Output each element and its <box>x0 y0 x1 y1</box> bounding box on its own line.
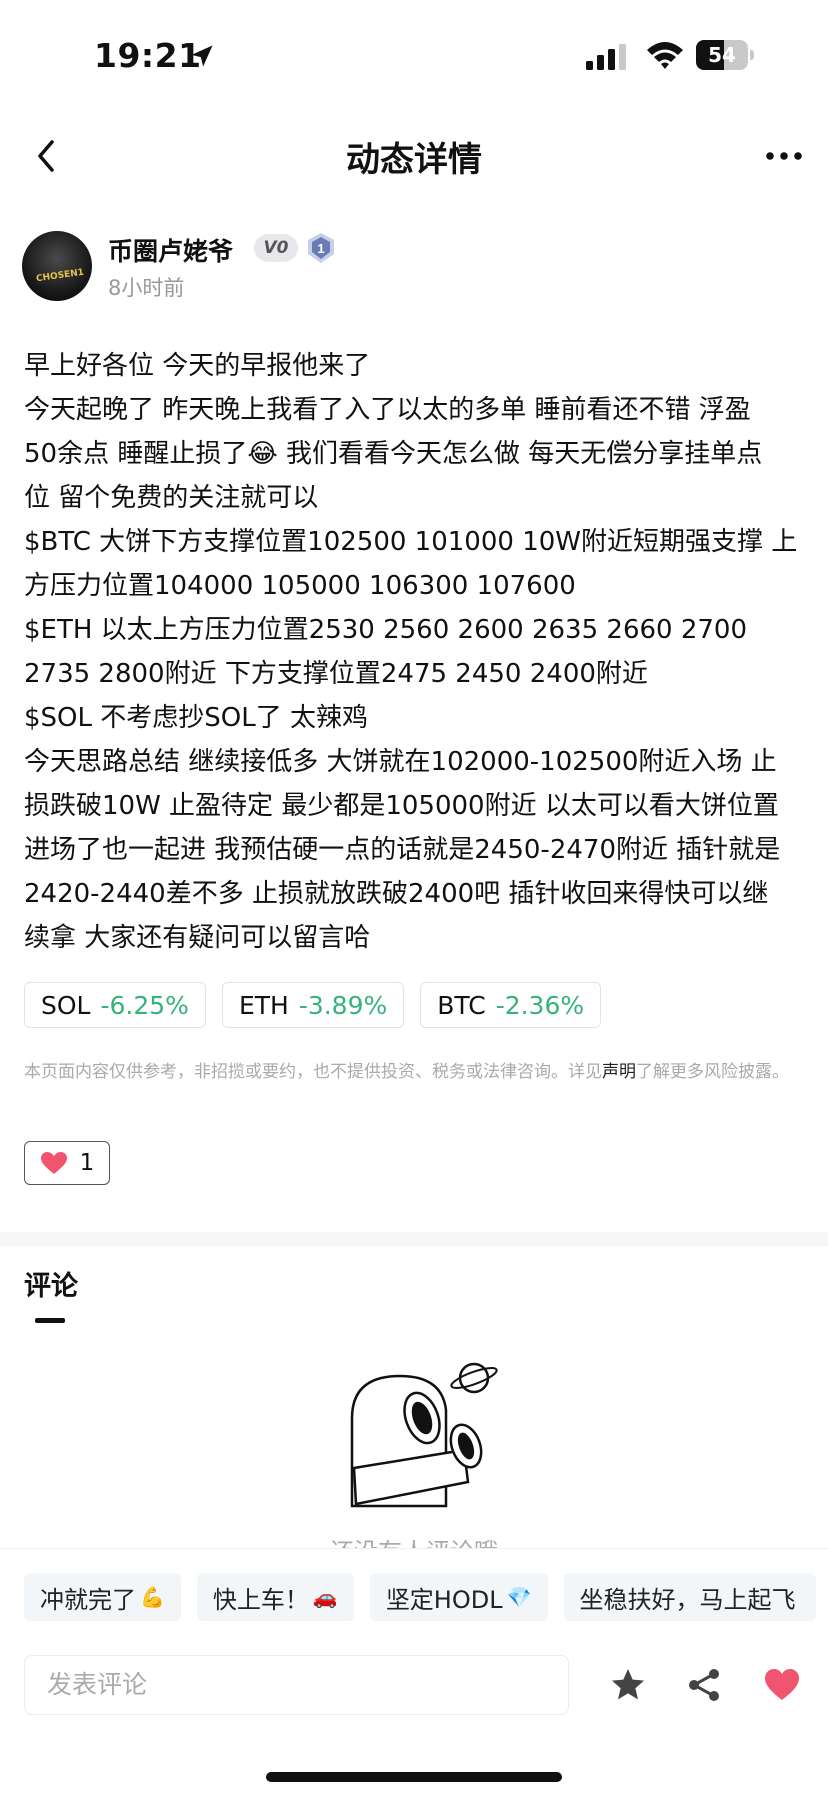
post-line: $ETH 以太上方压力位置2530 2560 2600 2635 2660 27… <box>24 615 747 645</box>
quick-reply-text: 快上车！ <box>212 1585 309 1614</box>
post-line: 早上好各位 今天的早报他来了 <box>24 351 371 381</box>
heart-icon[interactable] <box>762 1665 802 1705</box>
disclaimer-text: 本页面内容仅供参考，非招揽或要约，也不提供投资、税务或法律咨询。详见 <box>24 1062 602 1082</box>
post-time: 8小时前 <box>108 276 185 300</box>
coin-tag-btc[interactable]: BTC -2.36% <box>420 982 602 1028</box>
post-line: 今天思路总结 继续接低多 大饼就在102000-102500附近入场 止 <box>24 747 777 777</box>
post-content: 早上好各位 今天的早报他来了今天起晚了 昨天晚上我看了入了以太的多单 睡前看还不… <box>24 344 814 960</box>
status-bar: 19:21 54 <box>0 0 828 110</box>
vip-level-badge: V0 <box>254 234 298 262</box>
post-line: $BTC 大饼下方支撑位置102500 101000 10W附近短期强支撑 上 <box>24 527 798 557</box>
coin-change: -6.25% <box>100 990 189 1020</box>
comment-input[interactable]: 发表评论 <box>24 1655 569 1715</box>
post-line: 2420-2440差不多 止损就放跌破2400吧 插针收回来得快可以继 <box>24 879 769 909</box>
section-divider <box>0 1232 828 1246</box>
disclaimer-text-end: 了解更多风险披露。 <box>636 1062 789 1082</box>
status-time: 19:21 <box>94 36 202 75</box>
author-name[interactable]: 币圈卢姥爷 <box>108 232 233 268</box>
coin-tag-eth[interactable]: ETH -3.89% <box>221 982 405 1028</box>
tab-active-indicator <box>35 1318 65 1323</box>
quick-reply-text: 坐稳扶好，马上起飞 <box>579 1585 796 1614</box>
post-line: 今天起晚了 昨天晚上我看了入了以太的多单 睡前看还不错 浮盈 <box>24 395 751 425</box>
quick-reply-chip[interactable]: 快上车！ 🚗 <box>196 1573 354 1621</box>
disclaimer: 本页面内容仅供参考，非招揽或要约，也不提供投资、税务或法律咨询。详见声明了解更多… <box>24 1060 804 1085</box>
empty-telescope-illustration <box>350 1362 498 1508</box>
post-line: 损跌破10W 止盈待定 最少都是105000附近 以太可以看大饼位置 <box>24 791 779 821</box>
disclaimer-statement-link[interactable]: 声明 <box>602 1062 636 1082</box>
bottom-comment-panel: 冲就完了 💪 快上车！ 🚗 坚定HODL 💎 坐稳扶好，马上起飞 发表评论 <box>0 1548 828 1795</box>
share-icon[interactable] <box>684 1665 724 1705</box>
heart-icon <box>40 1152 67 1174</box>
home-indicator <box>266 1772 562 1782</box>
coin-tag-sol[interactable]: SOL -6.25% <box>24 982 206 1028</box>
quick-reply-chip[interactable]: 冲就完了 💪 <box>24 1573 181 1621</box>
more-options-icon[interactable] <box>764 140 804 172</box>
post-line: $SOL 不考虑抄SOL了 太辣鸡 <box>24 703 368 733</box>
level-shield-badge: 1 <box>308 233 334 263</box>
battery-icon: 54 <box>696 40 754 70</box>
post-line: 进场了也一起进 我预估硬一点的话就是2450-2470附近 插针就是 <box>24 835 781 865</box>
post-line: 50余点 睡醒止损了😂 我们看看今天怎么做 每天无偿分享挂单点 <box>24 439 763 469</box>
quick-reply-chip[interactable]: 坚定HODL 💎 <box>369 1573 548 1621</box>
like-button[interactable]: 1 <box>24 1141 110 1185</box>
post-line: 位 留个免费的关注就可以 <box>24 483 319 513</box>
quick-reply-row: 冲就完了 💪 快上车！ 🚗 坚定HODL 💎 坐稳扶好，马上起飞 <box>24 1573 816 1621</box>
post-line: 续拿 大家还有疑问可以留言哈 <box>24 923 371 953</box>
avatar-jersey-text: CHOSEN1 <box>35 267 85 285</box>
post-line: 方压力位置104000 105000 106300 107600 <box>24 571 576 601</box>
avatar[interactable]: CHOSEN1 <box>22 231 92 301</box>
post-line: 2735 2800附近 下方支撑位置2475 2450 2400附近 <box>24 659 648 689</box>
quick-reply-chip[interactable]: 坐稳扶好，马上起飞 <box>563 1573 816 1621</box>
quick-reply-text: 坚定HODL <box>385 1585 503 1614</box>
coin-change: -3.89% <box>298 990 388 1020</box>
coin-symbol: SOL <box>41 990 91 1020</box>
quick-reply-emoji: 🚗 <box>312 1585 338 1609</box>
page-title: 动态详情 <box>346 140 482 180</box>
location-arrow-icon <box>191 45 213 67</box>
coin-symbol: ETH <box>238 990 289 1020</box>
wifi-icon <box>647 42 683 69</box>
battery-percent: 54 <box>708 43 736 67</box>
like-count: 1 <box>79 1150 95 1176</box>
coin-tags: SOL -6.25% ETH -3.89% BTC -2.36% <box>24 982 602 1028</box>
quick-reply-emoji: 💪 <box>140 1585 165 1609</box>
star-icon[interactable] <box>608 1665 648 1705</box>
quick-reply-text: 冲就完了 <box>40 1585 136 1614</box>
cellular-signal-icon <box>586 44 626 70</box>
coin-symbol: BTC <box>437 990 486 1020</box>
quick-reply-emoji: 💎 <box>506 1585 532 1609</box>
level-number: 1 <box>317 241 324 256</box>
coin-change: -2.36% <box>495 990 585 1020</box>
tab-comments[interactable]: 评论 <box>24 1264 78 1303</box>
